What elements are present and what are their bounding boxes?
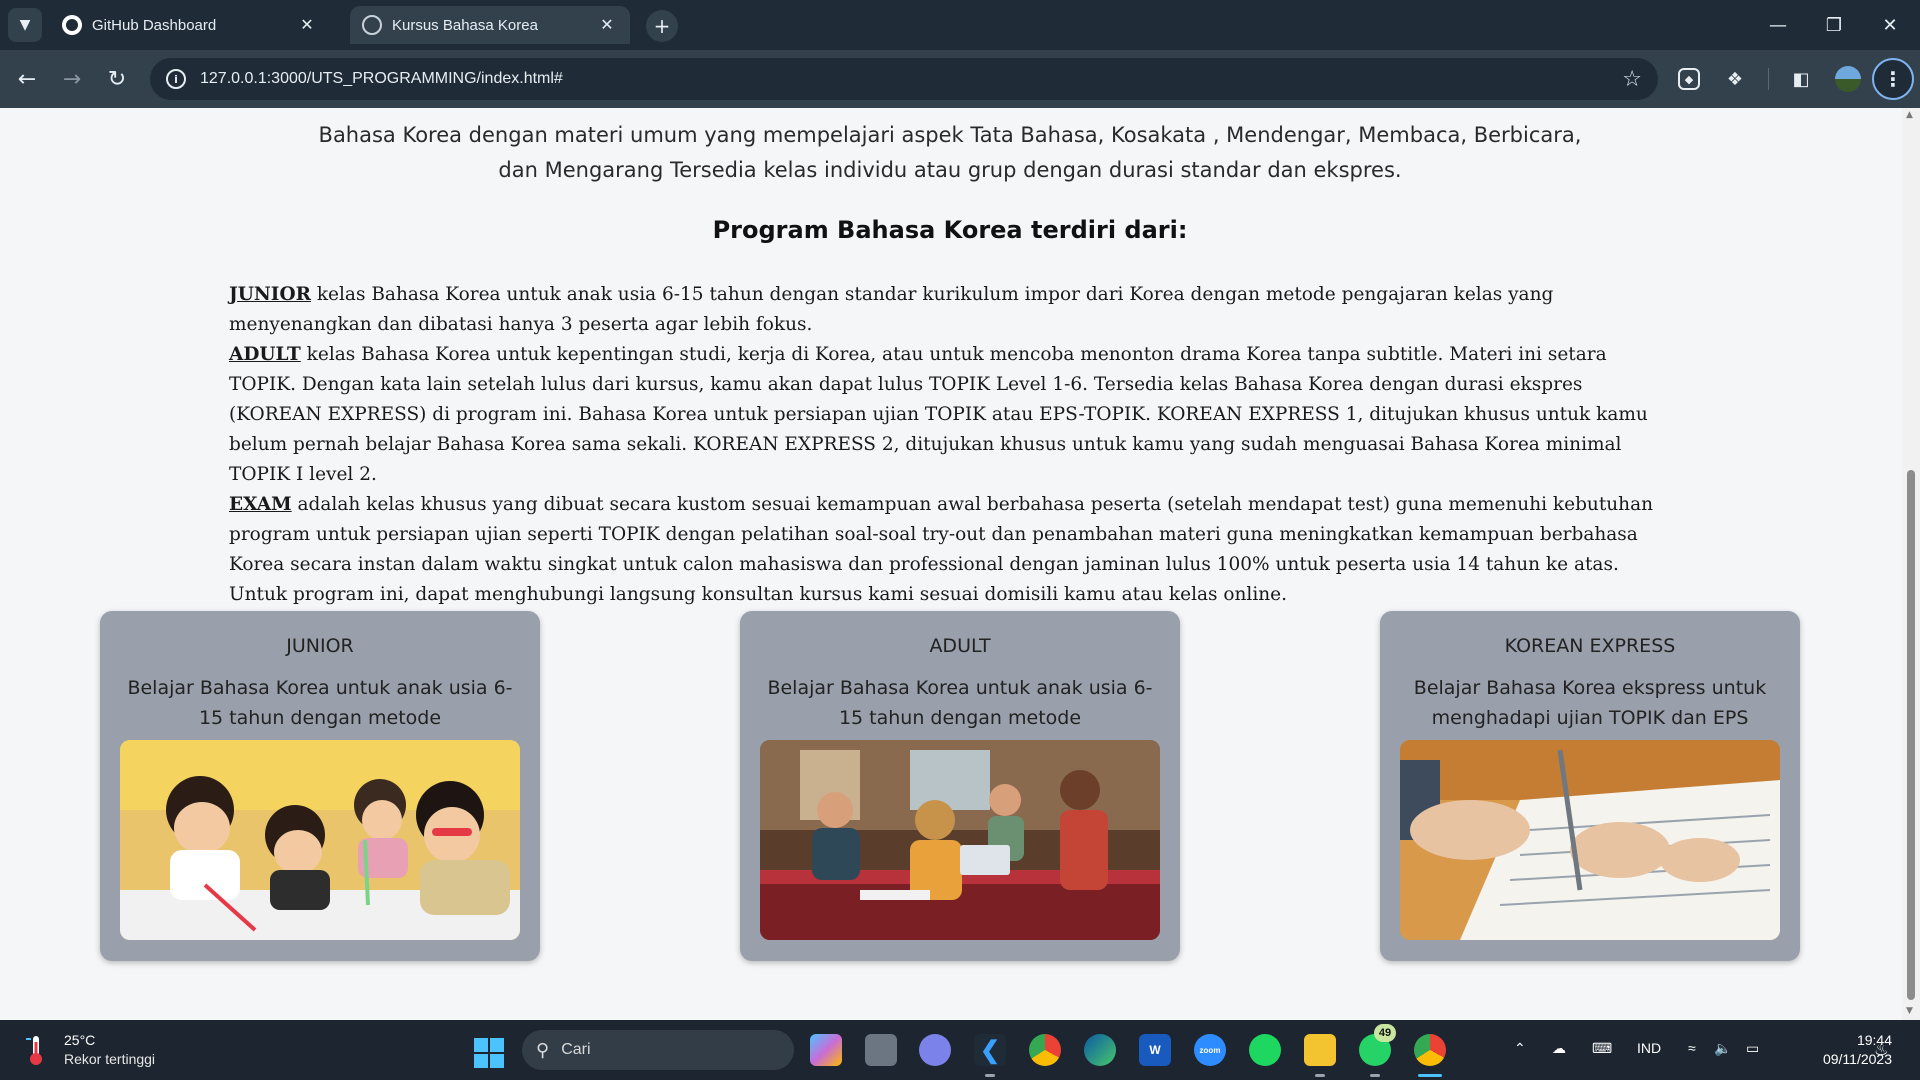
language-indicator[interactable]: IND [1637,1040,1661,1056]
app-active-indicator [1418,1074,1442,1077]
back-button[interactable]: ← [10,62,44,96]
reload-button[interactable]: ↻ [100,62,134,96]
notification-bell-icon[interactable]: ♨ [1874,1040,1888,1060]
app-running-indicator [1315,1074,1325,1077]
program-keyword: EXAM [229,494,292,515]
extension-icon[interactable]: ◆ [1678,68,1700,90]
forward-button[interactable]: → [55,62,89,96]
extensions-puzzle-icon[interactable]: ❖ [1722,66,1748,92]
card-image-writing [1400,740,1780,940]
restore-button[interactable]: ❐ [1814,8,1854,42]
windows-logo-icon [474,1054,488,1068]
close-window-button[interactable]: ✕ [1870,8,1910,42]
intro-paragraph: Bahasa Korea dengan materi umum yang mem… [318,123,1582,182]
reload-icon: ↻ [107,66,127,92]
restore-icon: ❐ [1825,14,1843,36]
program-junior: JUNIOR kelas Bahasa Korea untuk anak usi… [229,280,1669,340]
url-text[interactable]: 127.0.0.1:3000/UTS_PROGRAMMING/index.htm… [200,70,1622,88]
close-icon[interactable]: ✕ [296,14,318,36]
windows-logo-icon [474,1038,488,1052]
search-icon: ⚲ [536,1039,550,1060]
taskbar-search[interactable]: ⚲ Cari [522,1030,794,1070]
minimize-icon: — [1769,14,1787,36]
speaker-muted-icon[interactable]: 🔈 [1714,1040,1731,1057]
arrow-left-icon: ← [17,66,37,92]
card-adult[interactable]: ADULT Belajar Bahasa Korea untuk anak us… [740,611,1180,961]
browser-menu-button[interactable]: ⋮ [1872,58,1914,100]
toolbar-divider [1768,68,1769,90]
program-exam: EXAM adalah kelas khusus yang dibuat sec… [229,490,1669,610]
program-heading: Program Bahasa Korea terdiri dari: [712,216,1188,244]
more-vertical-icon: ⋮ [1883,67,1903,91]
tab-kursus-bahasa-korea[interactable]: Kursus Bahasa Korea ✕ [350,6,630,44]
thermometer-icon[interactable] [26,1034,46,1066]
bookmark-star-icon[interactable]: ☆ [1622,67,1642,92]
copilot-icon[interactable] [810,1034,842,1066]
battery-icon[interactable]: ▭ [1746,1040,1759,1057]
page-scrollbar[interactable]: ▲ ▼ [1902,108,1920,1020]
task-view-icon[interactable] [865,1034,897,1066]
zoom-icon[interactable]: zoom [1194,1034,1226,1066]
program-adult: ADULT kelas Bahasa Korea untuk kepenting… [229,340,1669,490]
program-description: JUNIOR kelas Bahasa Korea untuk anak usi… [229,280,1669,610]
scroll-down-icon[interactable]: ▼ [1906,1006,1916,1016]
keyboard-icon[interactable]: ⌨ [1592,1040,1612,1057]
card-image-children [120,740,520,940]
windows-taskbar: 25°C Rekor tertinggi ⚲ Cari ❮ W zoom 49 … [0,1020,1920,1080]
tab-title: Kursus Bahasa Korea [392,16,538,34]
minimize-button[interactable]: — [1758,8,1798,42]
chrome-icon[interactable] [1029,1034,1061,1066]
close-icon[interactable]: ✕ [596,14,618,36]
scrollbar-thumb[interactable] [1907,470,1915,1000]
tab-strip: ▼ GitHub Dashboard ✕ Kursus Bahasa Korea… [0,0,1920,50]
tab-github-dashboard[interactable]: GitHub Dashboard ✕ [50,6,330,44]
program-keyword: ADULT [229,344,301,365]
windows-logo-icon [490,1054,504,1068]
tab-search-button[interactable]: ▼ [8,8,42,42]
card-image-classroom [760,740,1160,940]
chrome-profile-icon[interactable] [1414,1034,1446,1066]
start-button[interactable] [474,1038,504,1068]
tab-title: GitHub Dashboard [92,16,217,34]
card-title: ADULT [929,635,991,657]
windows-logo-icon [490,1038,504,1052]
card-title: KOREAN EXPRESS [1504,635,1676,657]
browser-toolbar: ← → ↻ i 127.0.0.1:3000/UTS_PROGRAMMING/i… [0,50,1920,108]
app-running-indicator [985,1074,995,1077]
edge-icon[interactable] [1084,1034,1116,1066]
plus-icon: + [653,14,671,38]
spotify-icon[interactable] [1249,1034,1281,1066]
card-title: JUNIOR [286,635,354,657]
new-tab-button[interactable]: + [646,10,678,42]
globe-icon [362,15,382,35]
program-text: kelas Bahasa Korea untuk kepentingan stu… [229,344,1648,485]
card-korean-express[interactable]: KOREAN EXPRESS Belajar Bahasa Korea eksp… [1380,611,1800,961]
wifi-icon[interactable]: ≈ [1688,1040,1696,1056]
arrow-right-icon: → [62,66,82,92]
onedrive-icon[interactable]: ☁ [1552,1040,1566,1057]
whatsapp-unread-badge: 49 [1374,1024,1396,1042]
chevron-down-icon: ▼ [19,17,31,33]
site-info-icon[interactable]: i [166,69,186,89]
program-text: adalah kelas khusus yang dibuat secara k… [229,494,1654,605]
side-panel-icon[interactable]: ◧ [1788,66,1814,92]
page-viewport: Bahasa Korea dengan materi umum yang mem… [0,108,1902,1020]
chevron-up-icon[interactable]: ⌃ [1514,1040,1526,1057]
program-text: kelas Bahasa Korea untuk anak usia 6-15 … [229,284,1554,335]
word-icon[interactable]: W [1139,1034,1171,1066]
weather-temperature[interactable]: 25°C [64,1032,95,1048]
scroll-up-icon[interactable]: ▲ [1906,110,1916,120]
program-keyword: JUNIOR [229,284,311,305]
app-running-indicator [1370,1074,1380,1077]
chat-icon[interactable] [919,1034,951,1066]
card-junior[interactable]: JUNIOR Belajar Bahasa Korea untuk anak u… [100,611,540,961]
address-bar[interactable]: i 127.0.0.1:3000/UTS_PROGRAMMING/index.h… [150,58,1658,100]
vscode-icon[interactable]: ❮ [974,1034,1006,1066]
github-icon [62,15,82,35]
weather-description[interactable]: Rekor tertinggi [64,1051,155,1067]
search-placeholder: Cari [561,1041,591,1058]
profile-avatar[interactable] [1835,66,1861,92]
close-icon: ✕ [1882,14,1898,36]
file-explorer-icon[interactable] [1304,1034,1336,1066]
